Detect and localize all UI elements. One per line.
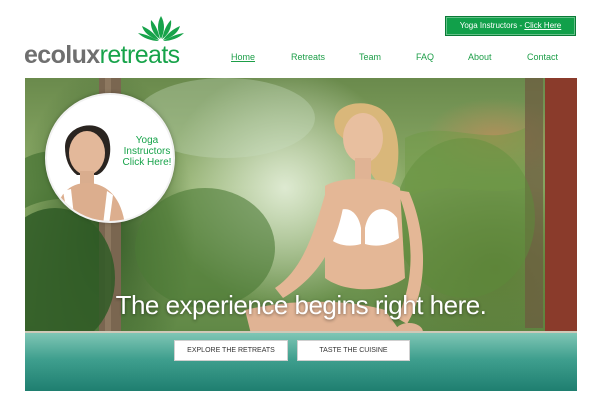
nav-contact[interactable]: Contact [527, 52, 558, 62]
taste-cuisine-button[interactable]: TASTE THE CUISINE [297, 340, 410, 361]
hero-tagline: The experience begins right here. [115, 290, 487, 320]
main-nav: Home Retreats Team FAQ About Contact [0, 52, 600, 66]
yoga-instructors-badge-label: Yoga Instructors Click Here! [119, 135, 173, 168]
explore-retreats-button[interactable]: EXPLORE THE RETREATS [174, 340, 288, 361]
nav-team[interactable]: Team [359, 52, 381, 62]
yoga-instructors-button[interactable]: Yoga Instructors - Click Here [445, 16, 576, 36]
yoga-instructors-button-label: Yoga Instructors - [459, 21, 525, 30]
yoga-badge-line1: Yoga [135, 135, 159, 146]
yoga-instructors-badge[interactable]: Yoga Instructors Click Here! [45, 93, 175, 223]
site-header: ecoluxretreats Yoga Instructors - Click … [0, 0, 600, 78]
nav-retreats[interactable]: Retreats [291, 52, 325, 62]
yoga-badge-line3: Click Here! [122, 157, 172, 168]
hero-banner: Yoga Instructors Click Here! The experie… [25, 78, 577, 391]
nav-home[interactable]: Home [231, 52, 255, 62]
lotus-logo-icon [138, 16, 184, 41]
nav-faq[interactable]: FAQ [416, 52, 434, 62]
nav-about[interactable]: About [468, 52, 492, 62]
click-here-link[interactable]: Click Here [524, 21, 561, 30]
yoga-badge-line2: Instructors [123, 146, 171, 157]
